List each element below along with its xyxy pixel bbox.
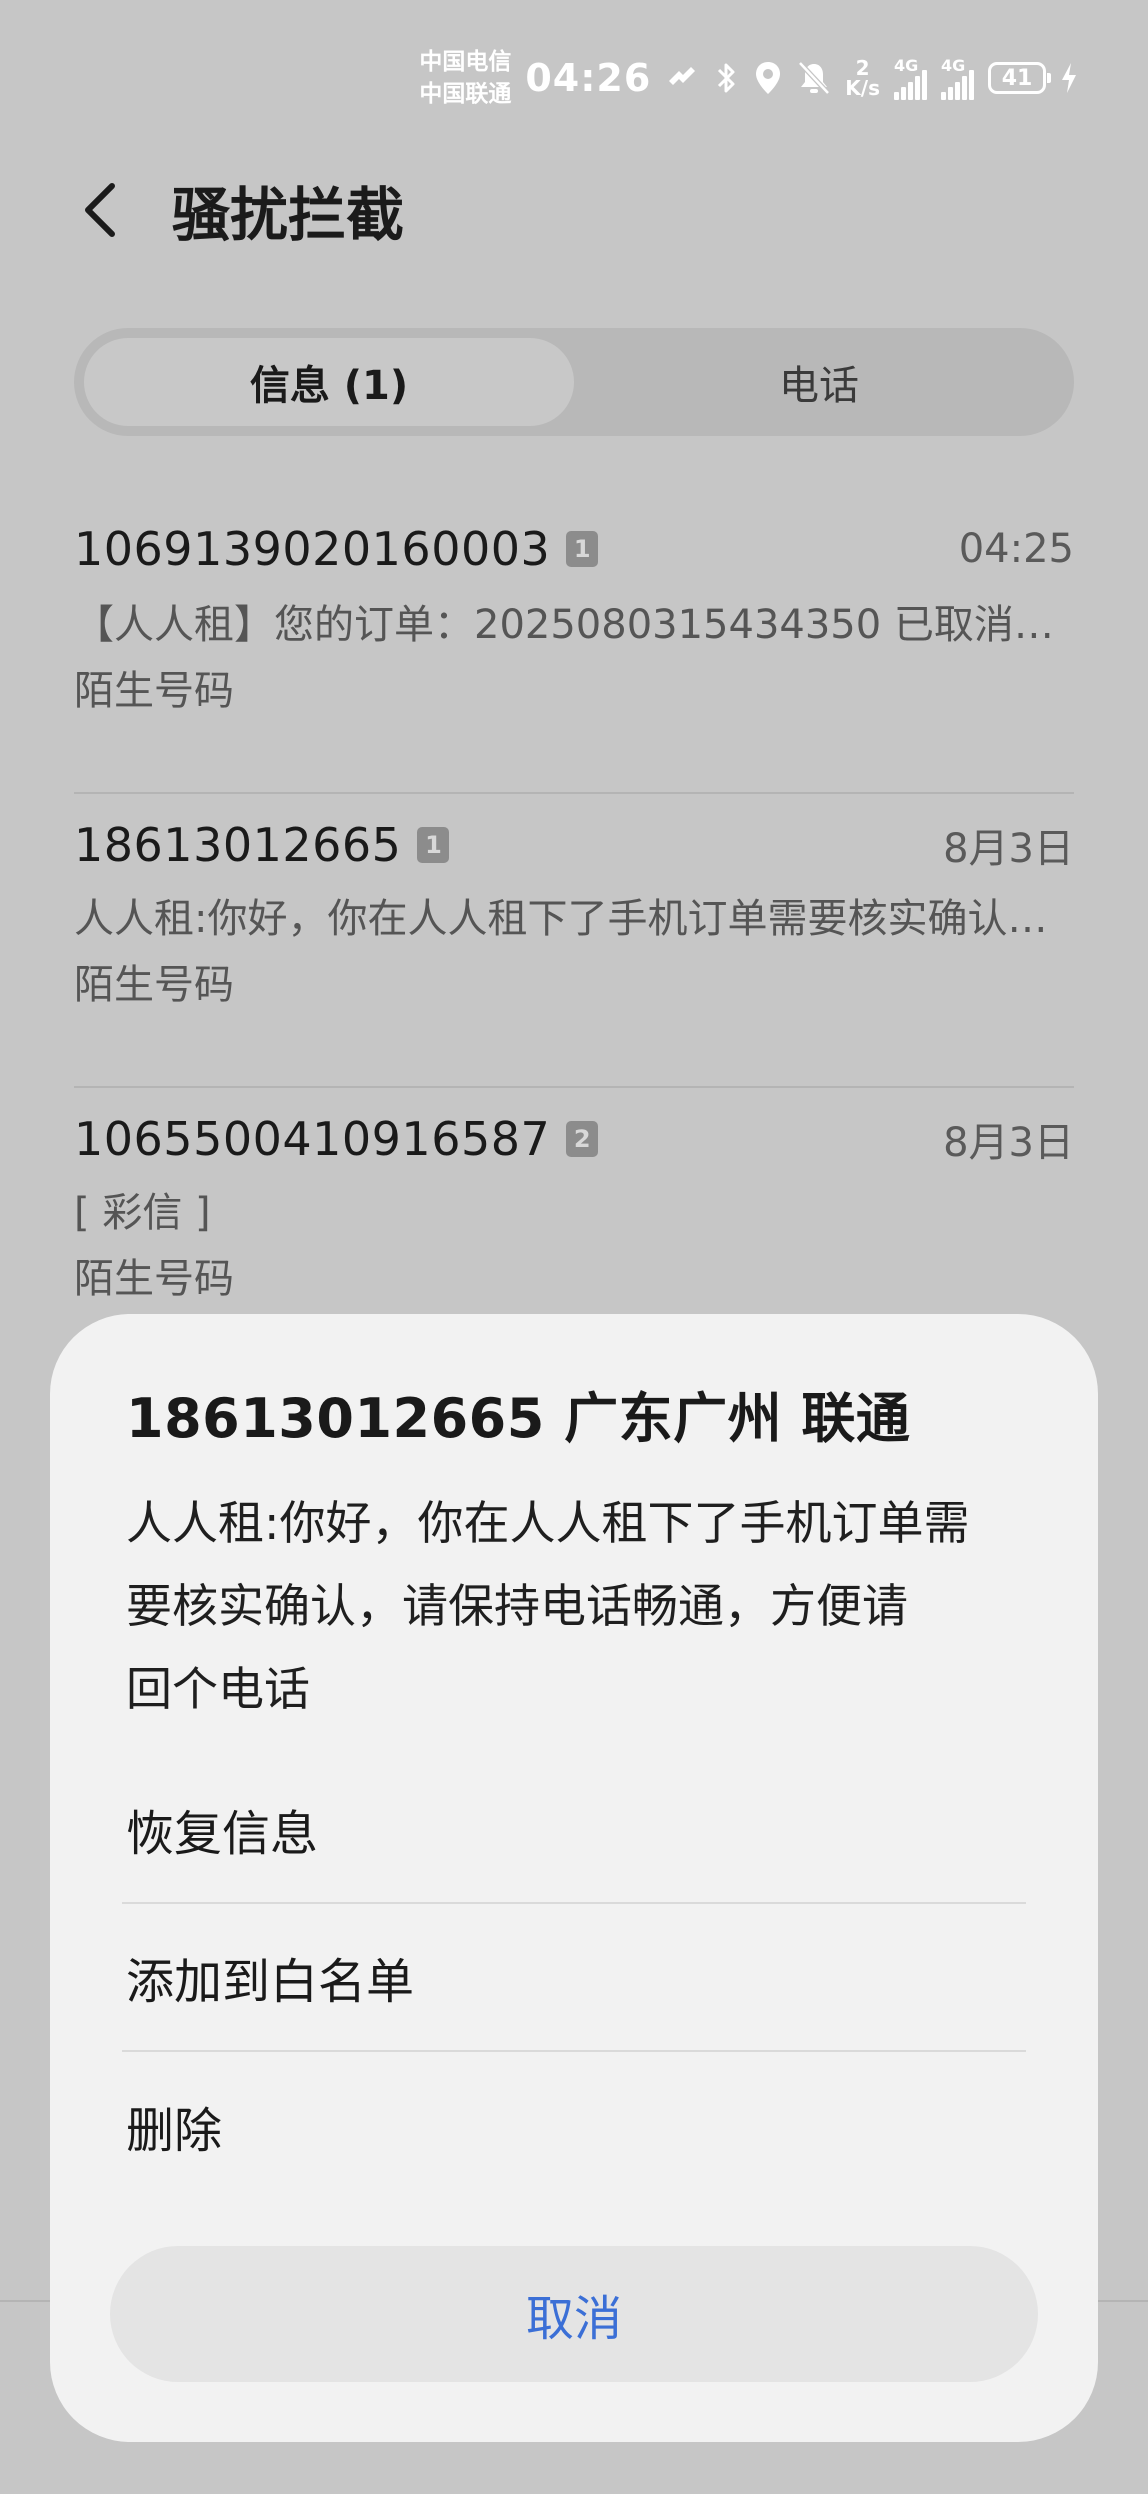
signal-bar (908, 82, 913, 100)
list-item[interactable]: 18613012665 1 8月3日 人人租:你好，你在人人租下了手机订单需要核… (74, 794, 1074, 1088)
message-tag: 陌生号码 (74, 668, 234, 714)
cancel-button[interactable]: 取消 (110, 2246, 1038, 2382)
message-time: 04:25 (958, 526, 1074, 572)
page-title: 骚扰拦截 (172, 181, 405, 249)
bluetooth-icon (713, 60, 739, 96)
message-sender: 18613012665 (74, 818, 402, 872)
add-to-whitelist-button[interactable]: 添加到白名单 (122, 1904, 1026, 2052)
sim1-network-type: 4G (894, 56, 919, 75)
charging-icon (1060, 61, 1078, 95)
network-speed-value: 2 (855, 56, 870, 80)
signal-bar (894, 92, 899, 100)
blocked-message-list: 1069139020160003 1 04:25 【人人租】您的订单：20250… (74, 500, 1074, 1382)
signal-bar (948, 87, 953, 100)
message-preview: [ 彩信 ] (74, 1190, 211, 1236)
location-icon (753, 60, 783, 96)
sim-badge: 1 (417, 827, 450, 863)
carrier-2: 中国联通 (419, 81, 512, 107)
sim2-signal-icon: 4G (941, 56, 974, 100)
status-bar: 中国电信 中国联通 04:26 2 K/s 4G 4G 41 (419, 38, 1078, 118)
network-speed: 2 K/s (845, 58, 880, 98)
message-time: 8月3日 (943, 826, 1074, 872)
signal-bar (915, 76, 920, 100)
message-sender: 1069139020160003 (74, 522, 551, 576)
list-item[interactable]: 1069139020160003 1 04:25 【人人租】您的订单：20250… (74, 500, 1074, 794)
signal-bar (969, 70, 974, 100)
mute-bell-icon (797, 60, 831, 96)
dialog-title: 18613012665 广东广州 联通 (126, 1387, 911, 1450)
delete-button[interactable]: 删除 (122, 2052, 1026, 2200)
battery-icon: 41 (988, 62, 1051, 94)
message-tag: 陌生号码 (74, 1256, 234, 1302)
message-action-dialog: 18613012665 广东广州 联通 人人租:你好，你在人人租下了手机订单需 … (50, 1314, 1098, 2442)
dialog-body-line: 要核实确认，请保持电话畅通，方便请 (126, 1579, 908, 1633)
app-header: 骚扰拦截 (80, 170, 404, 250)
signal-bar (922, 70, 927, 100)
signal-bar (941, 92, 946, 100)
carrier-names: 中国电信 中国联通 (419, 46, 511, 110)
message-time: 8月3日 (943, 1120, 1074, 1166)
sim-badge: 1 (566, 531, 599, 567)
carrier-1: 中国电信 (419, 49, 512, 75)
message-preview: 人人租:你好，你在人人租下了手机订单需要核实确认，请保持电话畅通 (74, 896, 1074, 942)
restore-message-button[interactable]: 恢复信息 (122, 1756, 1026, 1904)
sim2-network-type: 4G (941, 56, 966, 75)
signal-bar (901, 87, 906, 100)
network-speed-unit: K/s (845, 76, 880, 100)
signal-bar (955, 82, 960, 100)
message-tag: 陌生号码 (74, 962, 234, 1008)
message-sender: 1065500410916587 (74, 1112, 551, 1166)
dialog-body-line: 人人租:你好，你在人人租下了手机订单需 (126, 1496, 970, 1550)
battery-level: 41 (1001, 65, 1033, 91)
tab-bar: 信息 (1) 电话 (74, 328, 1074, 436)
hd-call-icon (665, 61, 699, 95)
back-arrow-icon[interactable] (80, 180, 140, 240)
sim-badge: 2 (566, 1121, 599, 1157)
tab-calls[interactable]: 电话 (574, 338, 1064, 426)
dialog-message-body: 人人租:你好，你在人人租下了手机订单需 要核实确认，请保持电话畅通，方便请 回个… (126, 1482, 1028, 1731)
message-preview: 【人人租】您的订单：2025080315434350 已取消，如有疑问请联系客服 (74, 602, 1074, 648)
sim1-signal-icon: 4G (894, 56, 927, 100)
status-time: 04:26 (525, 56, 652, 100)
tab-messages[interactable]: 信息 (1) (84, 338, 574, 426)
dialog-body-line: 回个电话 (126, 1662, 310, 1716)
signal-bar (962, 76, 967, 100)
